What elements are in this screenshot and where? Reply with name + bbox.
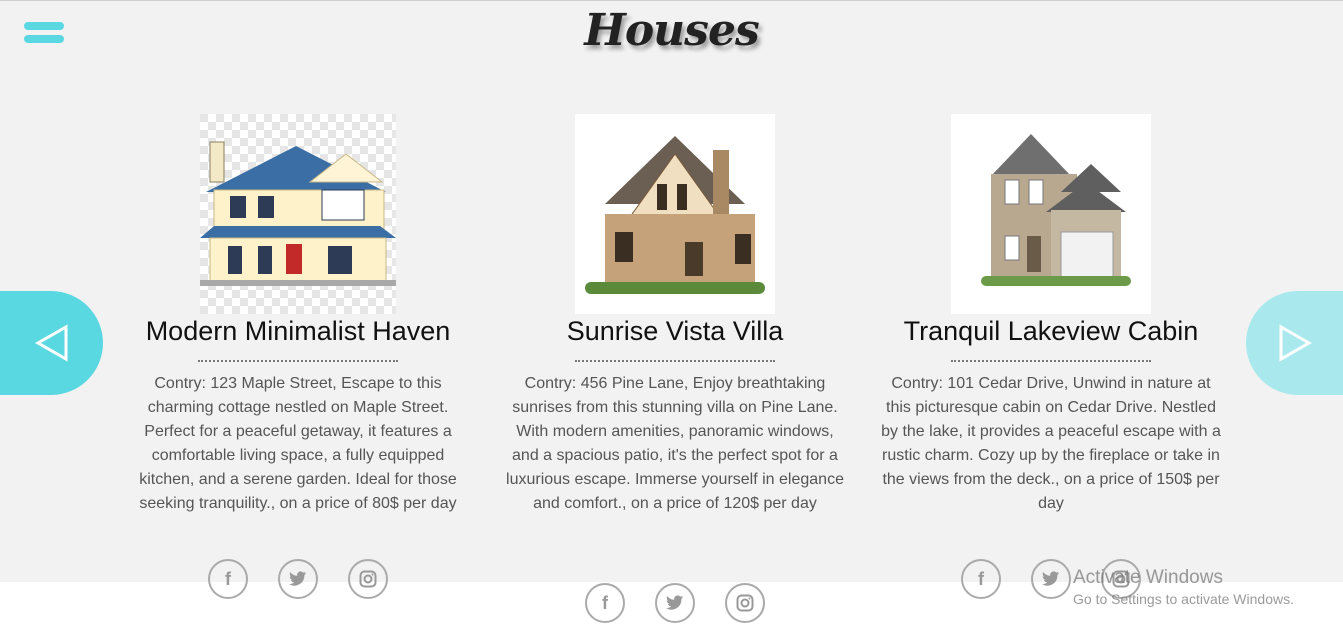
- house-name: Tranquil Lakeview Cabin: [903, 316, 1199, 346]
- next-arrow-button[interactable]: [1246, 291, 1343, 395]
- twitter-icon[interactable]: [1031, 559, 1071, 599]
- house-card: Tranquil Lakeview Cabin Contry: 101 Ceda…: [881, 114, 1221, 516]
- previous-arrow-button[interactable]: [0, 291, 103, 395]
- house-description: Contry: 123 Maple Street, Escape to this…: [139, 375, 457, 512]
- watermark-subtitle: Go to Settings to activate Windows.: [1073, 591, 1294, 607]
- house-card: Sunrise Vista Villa Contry: 456 Pine Lan…: [505, 114, 845, 516]
- house-image: [951, 114, 1151, 314]
- windows-activation-watermark: Activate Windows Go to Settings to activ…: [1073, 567, 1294, 607]
- house-image: [200, 114, 396, 314]
- dotted-divider: [198, 359, 398, 362]
- chevron-left-outline-icon: [34, 324, 67, 362]
- house-description: Contry: 456 Pine Lane, Enjoy breathtakin…: [506, 375, 844, 512]
- social-links: f: [208, 559, 388, 599]
- instagram-icon[interactable]: [348, 559, 388, 599]
- social-links: f: [585, 583, 765, 623]
- dotted-divider: [575, 359, 775, 362]
- watermark-title: Activate Windows: [1073, 567, 1223, 588]
- house-card: Modern Minimalist Haven Contry: 123 Mapl…: [128, 114, 468, 516]
- house-name: Modern Minimalist Haven: [145, 316, 451, 346]
- carousel-panel: Houses Modern Minimalist Haven Contry: 1…: [0, 0, 1343, 599]
- house-image: [575, 114, 775, 314]
- twitter-icon[interactable]: [655, 583, 695, 623]
- house-description: Contry: 101 Cedar Drive, Unwind in natur…: [881, 375, 1221, 512]
- instagram-icon[interactable]: [725, 583, 765, 623]
- facebook-icon[interactable]: f: [585, 583, 625, 623]
- facebook-icon[interactable]: f: [961, 559, 1001, 599]
- twitter-icon[interactable]: [278, 559, 318, 599]
- house-name: Sunrise Vista Villa: [566, 316, 784, 346]
- facebook-icon[interactable]: f: [208, 559, 248, 599]
- dotted-divider: [951, 359, 1151, 362]
- chevron-right-outline-icon: [1279, 324, 1312, 362]
- page-title: Houses: [584, 5, 759, 56]
